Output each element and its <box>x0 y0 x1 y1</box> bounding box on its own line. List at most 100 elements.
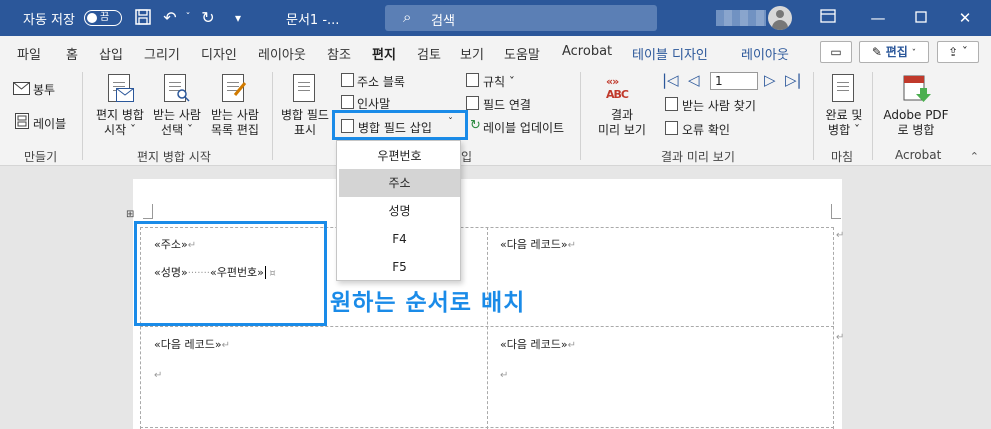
close-icon[interactable]: ✕ <box>955 8 975 28</box>
customize-toolbar-icon[interactable]: ▾ <box>228 8 248 28</box>
first-record-icon[interactable]: |◁ <box>662 71 679 89</box>
paragraph-mark-icon: ↵ <box>567 340 576 351</box>
rules-label: 규칙 ˇ <box>483 75 515 89</box>
preview-results-label: 결과 미리 보기 <box>590 108 654 138</box>
tab-mailings[interactable]: 편지 <box>372 44 396 69</box>
last-record-icon[interactable]: ▷| <box>785 71 802 89</box>
divider <box>580 72 581 160</box>
end-of-row-icon: ↵ <box>836 230 845 241</box>
search-placeholder: 검색 <box>431 14 455 29</box>
update-labels-label: 레이블 업데이트 <box>483 121 565 135</box>
edit-recipient-list-line1: 받는 사람 <box>211 108 259 122</box>
highlight-line1: 병합 필드 <box>281 108 329 122</box>
ribbon: 봉투 레이블 만들기 편지 병합 시작 ˇ 받는 사람 선택 ˇ 받는 사람 목… <box>0 66 991 166</box>
chevron-down-icon: ˇ <box>911 49 917 59</box>
share-button[interactable]: ⇪ ˇ <box>937 41 979 63</box>
preview-line2: 미리 보기 <box>598 123 646 137</box>
labels-icon <box>15 113 29 129</box>
refresh-icon: ↻ <box>470 118 481 133</box>
previous-record-icon[interactable]: ◁ <box>688 71 700 89</box>
ribbon-display-icon[interactable] <box>818 8 838 28</box>
tab-layout[interactable]: 레이아웃 <box>258 44 306 63</box>
maximize-icon[interactable] <box>911 8 931 28</box>
user-name-blurred <box>716 10 766 26</box>
dropdown-item-f5[interactable]: F5 <box>339 253 460 281</box>
merge-field-dropdown: 우편번호 주소 성명 F4 F5 <box>336 140 461 281</box>
envelope-icon <box>116 88 134 102</box>
next-record-field[interactable]: «다음 레코드»↵ <box>500 336 576 352</box>
preview-results-icon: «» ABC <box>606 75 629 101</box>
collapse-ribbon-icon[interactable]: ⌃ <box>970 150 979 163</box>
ribbon-tabs: 파일 홈 삽입 그리기 디자인 레이아웃 참조 편지 검토 보기 도움말 Acr… <box>0 36 991 69</box>
tab-help[interactable]: 도움말 <box>504 44 540 63</box>
search-box[interactable]: ⌕ 검색 <box>385 5 657 31</box>
dropdown-item-f4[interactable]: F4 <box>339 225 460 253</box>
highlight-merge-fields-label: 병합 필드 표시 <box>279 108 331 138</box>
pencil-icon: ✎ <box>871 45 882 59</box>
start-mail-merge-label: 편지 병합 시작 ˇ <box>92 108 148 138</box>
finish-merge-label: 완료 및 병합 ˇ <box>818 108 870 138</box>
table-border <box>487 227 488 429</box>
dropdown-item-name[interactable]: 성명 <box>339 197 460 225</box>
rules-icon <box>466 73 479 87</box>
minimize-icon[interactable]: — <box>868 8 888 28</box>
merge-to-pdf-label: Adobe PDF 로 병합 <box>878 108 954 138</box>
tab-view[interactable]: 보기 <box>460 44 484 63</box>
envelopes-label: 봉투 <box>33 83 56 97</box>
highlight-line2: 표시 <box>293 123 317 137</box>
match-fields-icon <box>466 96 479 110</box>
finish-line1: 완료 및 <box>825 108 863 122</box>
margin-mark <box>831 204 841 219</box>
undo-icon[interactable]: ↶ <box>160 8 180 28</box>
title-bar: 자동 저장 끔 ↶ ˇ ↻ ▾ 문서1 -... ⌕ 검색 — ✕ <box>0 0 991 36</box>
merge-to-pdf-line2: 로 병합 <box>897 123 935 137</box>
avatar[interactable] <box>768 6 792 30</box>
check-errors-icon <box>665 121 678 135</box>
dropdown-item-postal-code[interactable]: 우편번호 <box>339 142 460 170</box>
end-of-row-icon: ↵ <box>836 332 845 343</box>
dropdown-item-address[interactable]: 주소 <box>339 169 460 197</box>
redo-icon[interactable]: ↻ <box>198 8 218 28</box>
pencil-icon <box>233 82 247 96</box>
comment-icon: ▭ <box>830 45 842 59</box>
preview-line1: 결과 <box>610 108 634 122</box>
save-icon[interactable] <box>133 8 153 28</box>
tab-file[interactable]: 파일 <box>17 44 41 63</box>
address-block-icon <box>341 73 354 87</box>
next-record-field[interactable]: «다음 레코드»↵ <box>500 236 576 252</box>
tab-table-layout[interactable]: 레이아웃 <box>741 44 789 63</box>
edit-mode-button[interactable]: ✎ 편집 ˇ <box>859 41 929 63</box>
find-recipient-label: 받는 사람 찾기 <box>682 99 756 113</box>
tab-draw[interactable]: 그리기 <box>144 44 180 63</box>
tab-references[interactable]: 참조 <box>327 44 351 63</box>
edit-recipient-list-label: 받는 사람 목록 편집 <box>206 108 264 138</box>
margin-mark <box>143 204 153 219</box>
cell-highlight <box>134 221 327 326</box>
autosave-toggle[interactable]: 끔 <box>84 10 122 26</box>
select-recipients-line1: 받는 사람 <box>153 108 201 122</box>
tab-acrobat[interactable]: Acrobat <box>562 44 612 59</box>
next-record-text: «다음 레코드» <box>500 338 568 351</box>
search-icon: ⌕ <box>403 8 412 26</box>
toggle-knob <box>87 13 97 23</box>
paragraph-mark-icon: ↵ <box>154 370 163 381</box>
paragraph-mark-icon: ↵ <box>221 340 230 351</box>
next-record-icon[interactable]: ▷ <box>764 71 776 89</box>
tab-design[interactable]: 디자인 <box>201 44 237 63</box>
table-move-handle-icon[interactable]: ⊞ <box>126 209 134 220</box>
comments-button[interactable]: ▭ <box>820 41 852 63</box>
tab-insert[interactable]: 삽입 <box>99 44 123 63</box>
highlight-fields-icon <box>293 74 315 102</box>
next-record-field[interactable]: «다음 레코드»↵ <box>154 336 230 352</box>
autosave-state: 끔 <box>100 12 110 23</box>
next-record-text: «다음 레코드» <box>500 238 568 251</box>
tab-review[interactable]: 검토 <box>417 44 441 63</box>
tab-home[interactable]: 홈 <box>66 44 78 63</box>
group-preview-label: 결과 미리 보기 <box>661 150 735 164</box>
tab-table-design[interactable]: 테이블 디자인 <box>632 44 708 63</box>
record-number-input[interactable]: 1 <box>710 72 758 90</box>
check-errors-label: 오류 확인 <box>682 123 730 137</box>
select-recipients-line2: 선택 ˇ <box>161 123 193 137</box>
undo-dropdown-icon[interactable]: ˇ <box>178 8 198 28</box>
start-mail-merge-line1: 편지 병합 <box>96 108 144 122</box>
